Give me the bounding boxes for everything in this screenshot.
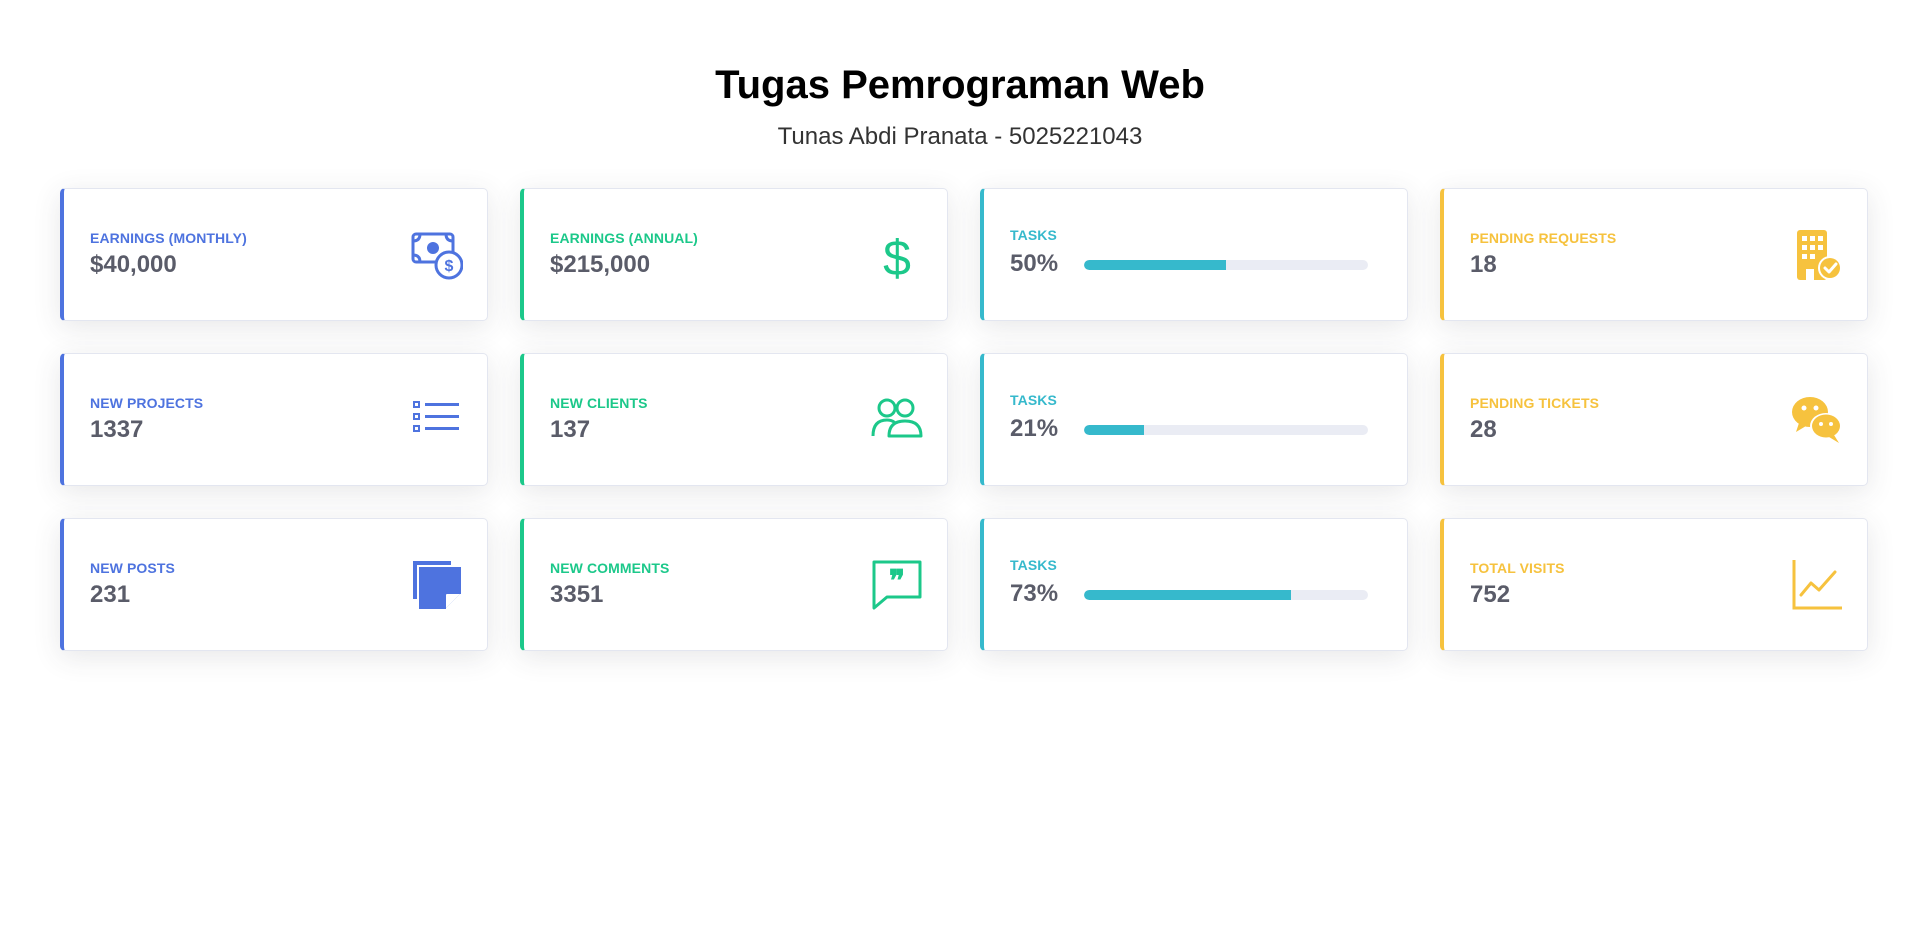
- card-tasks-1: TASKS 50%: [980, 188, 1408, 321]
- page-subtitle: Tunas Abdi Pranata - 5025221043: [777, 123, 1143, 150]
- svg-text:$: $: [445, 258, 454, 275]
- card-label: NEW POSTS: [90, 560, 175, 576]
- progress-fill: [1084, 425, 1144, 435]
- card-value: 21%: [1010, 415, 1059, 442]
- sticky-note-icon: [413, 561, 461, 609]
- card-value: 1337: [90, 416, 144, 443]
- svg-text:❞: ❞: [889, 565, 905, 598]
- card-label: PENDING TICKETS: [1470, 395, 1600, 411]
- card-value: 73%: [1010, 580, 1059, 607]
- users-icon: [871, 398, 923, 438]
- card-new-comments: NEW COMMENTS 3351 ❞: [520, 518, 948, 651]
- card-label: NEW CLIENTS: [550, 395, 648, 411]
- card-label: EARNINGS (MONTHLY): [90, 230, 247, 246]
- card-value: 3351: [550, 581, 604, 608]
- dollar-sign-icon: $: [883, 230, 911, 281]
- wechat-icon: [1792, 397, 1842, 443]
- card-earnings-monthly: EARNINGS (MONTHLY) $40,000 $: [60, 188, 488, 321]
- tasks-progress-bar: [1084, 260, 1368, 270]
- card-label: TASKS: [1010, 557, 1057, 573]
- money-bill-dollar-icon: $: [411, 232, 463, 280]
- card-pending-requests: PENDING REQUESTS 18: [1440, 188, 1868, 321]
- progress-fill: [1084, 590, 1292, 600]
- card-label: PENDING REQUESTS: [1470, 230, 1617, 246]
- card-label: NEW PROJECTS: [90, 395, 204, 411]
- stats-grid: EARNINGS (MONTHLY) $40,000 $ EARNINGS (A…: [60, 188, 1868, 651]
- card-tasks-2: TASKS 21%: [980, 353, 1408, 486]
- card-new-projects: NEW PROJECTS 1337: [60, 353, 488, 486]
- card-label: NEW COMMENTS: [550, 560, 670, 576]
- card-value: 231: [90, 581, 131, 608]
- page-title: Tugas Pemrograman Web: [715, 63, 1205, 107]
- card-label: TASKS: [1010, 227, 1057, 243]
- comment-quote-icon: ❞: [872, 560, 922, 610]
- card-label: TOTAL VISITS: [1470, 560, 1565, 576]
- tasks-progress-bar: [1084, 590, 1368, 600]
- list-icon: [413, 401, 459, 432]
- card-label: TASKS: [1010, 392, 1057, 408]
- card-value: 137: [550, 416, 591, 443]
- progress-fill: [1084, 260, 1226, 270]
- card-value: 28: [1470, 416, 1497, 443]
- card-value: 50%: [1010, 250, 1059, 277]
- tasks-progress-bar: [1084, 425, 1368, 435]
- line-chart-icon: [1792, 560, 1842, 610]
- building-check-icon: [1797, 230, 1842, 280]
- card-new-clients: NEW CLIENTS 137: [520, 353, 948, 486]
- card-new-posts: NEW POSTS 231: [60, 518, 488, 651]
- card-tasks-3: TASKS 73%: [980, 518, 1408, 651]
- card-value: $215,000: [550, 251, 651, 278]
- card-label: EARNINGS (ANNUAL): [550, 230, 698, 246]
- svg-text:$: $: [883, 230, 911, 281]
- card-value: $40,000: [90, 251, 177, 278]
- card-value: 752: [1470, 581, 1511, 608]
- card-earnings-annual: EARNINGS (ANNUAL) $215,000 $: [520, 188, 948, 321]
- card-pending-tickets: PENDING TICKETS 28: [1440, 353, 1868, 486]
- card-value: 18: [1470, 251, 1497, 278]
- card-total-visits: TOTAL VISITS 752: [1440, 518, 1868, 651]
